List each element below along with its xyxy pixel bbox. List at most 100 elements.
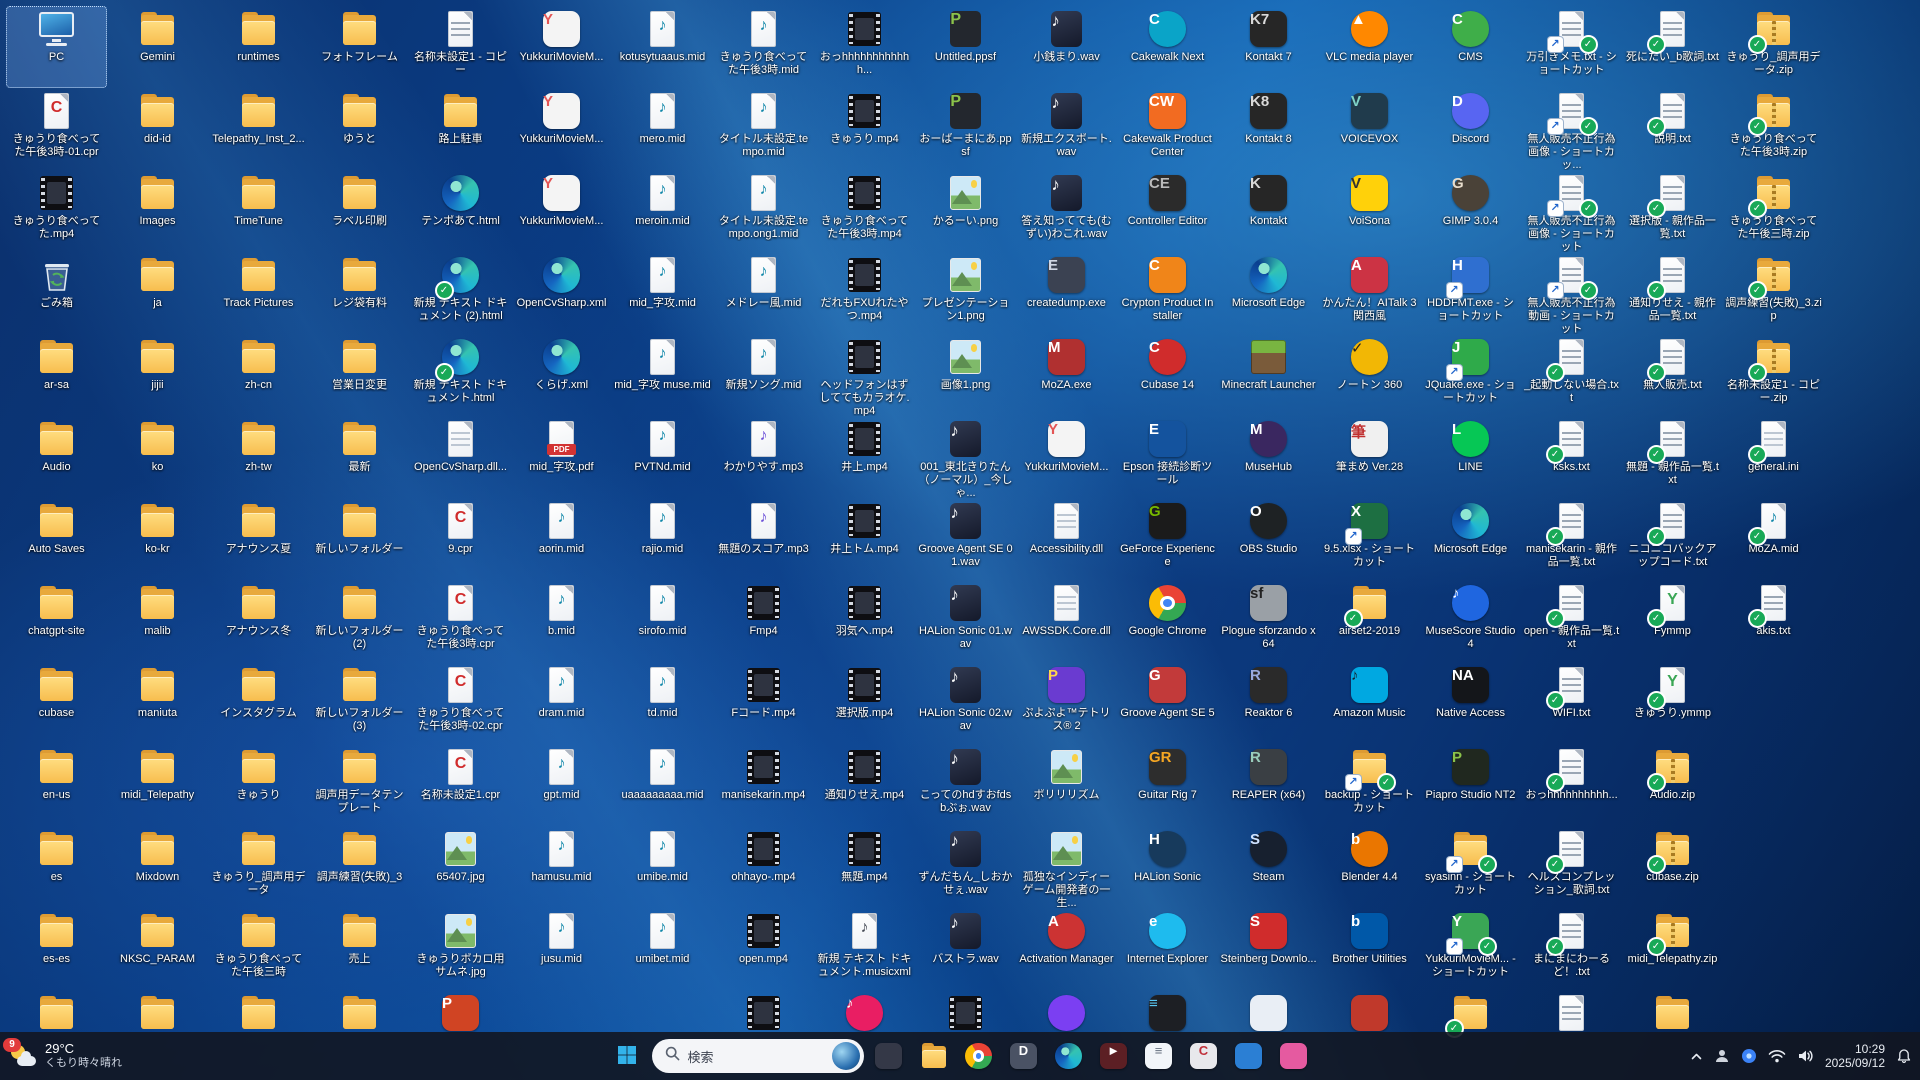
desktop-icon[interactable]: b Blender 4.4	[1319, 826, 1420, 908]
desktop-icon[interactable]: ✓ akis.txt	[1723, 580, 1824, 662]
desktop-icon[interactable]: ✓ 死にたい_b歌詞.txt	[1622, 6, 1723, 88]
desktop-icon[interactable]: zh-cn	[208, 334, 309, 416]
desktop-icon[interactable]: A かんたん！AITalk 3 関西風	[1319, 252, 1420, 334]
desktop-icon[interactable]: ✓ ヘルスコンプレッション_歌詞.txt	[1521, 826, 1622, 908]
desktop-icon[interactable]: きゅうり.mp4	[814, 88, 915, 170]
desktop-icon[interactable]: ✓ general.ini	[1723, 416, 1824, 498]
desktop-icon[interactable]: midi_Telepathy	[107, 744, 208, 826]
taskbar-app-cubase[interactable]: C	[1184, 1036, 1224, 1076]
desktop-icon[interactable]: ✓ きゅうり食べってた午後三時.zip	[1723, 170, 1824, 252]
desktop-icon[interactable]: Microsoft Edge	[1420, 498, 1521, 580]
desktop-icon[interactable]: ♪ sirofo.mid	[612, 580, 713, 662]
desktop-icon[interactable]: ♪ バストラ.wav	[915, 908, 1016, 990]
desktop-icon[interactable]: ♪ タイトル未設定.tempo.mid	[713, 88, 814, 170]
tray-user-icon[interactable]	[1714, 1048, 1730, 1064]
desktop-icon[interactable]: AWSSDK.Core.dll	[1016, 580, 1117, 662]
desktop-icon[interactable]: K8 Kontakt 8	[1218, 88, 1319, 170]
desktop-icon[interactable]: ♪ MuseScore Studio 4	[1420, 580, 1521, 662]
desktop-icon[interactable]: NKSC_PARAM	[107, 908, 208, 990]
taskbar-app-notepad[interactable]: ≡	[1139, 1036, 1179, 1076]
desktop-icon[interactable]: ♪ 答え知ってても(むずい)わこれ.wav	[1016, 170, 1117, 252]
desktop-icon[interactable]: ✓ 新規 テキスト ドキュメント.html	[410, 334, 511, 416]
desktop-icon[interactable]: 無題.mp4	[814, 826, 915, 908]
desktop-icon[interactable]: cubase	[6, 662, 107, 744]
desktop-icon[interactable]: Microsoft Edge	[1218, 252, 1319, 334]
desktop-icon[interactable]: PC	[6, 6, 107, 88]
taskbar-app-google-chrome[interactable]	[959, 1036, 999, 1076]
desktop-icon[interactable]: ✓ まにまにわーるど！.txt	[1521, 908, 1622, 990]
desktop-icon[interactable]: ♪ gpt.mid	[511, 744, 612, 826]
desktop-icon[interactable]: ♪ こってのhdすおfdsbぶぉ.wav	[915, 744, 1016, 826]
desktop-icon[interactable]: 画像1.png	[915, 334, 1016, 416]
desktop-icon[interactable]: 新しいフォルダー	[309, 498, 410, 580]
desktop-icon[interactable]: Y ✓ きゅうり.ymmp	[1622, 662, 1723, 744]
desktop-icon[interactable]: Y YukkuriMovieM...	[511, 170, 612, 252]
desktop-icon[interactable]: ✓ Audio.zip	[1622, 744, 1723, 826]
desktop-icon[interactable]: 営業日変更	[309, 334, 410, 416]
desktop-icon[interactable]: きゅうりボカロ用サムネ.jpg	[410, 908, 511, 990]
desktop-icon[interactable]: 孤独なインディーゲーム開発者の一生...	[1016, 826, 1117, 908]
desktop-icon[interactable]: Y YukkuriMovieM...	[511, 6, 612, 88]
desktop-icon[interactable]: V VOICEVOX	[1319, 88, 1420, 170]
desktop-icon[interactable]: 井上.mp4	[814, 416, 915, 498]
desktop-icon[interactable]: G Groove Agent SE 5	[1117, 662, 1218, 744]
desktop-icon[interactable]: L LINE	[1420, 416, 1521, 498]
desktop-icon[interactable]: ✓ 新規 テキスト ドキュメント (2).html	[410, 252, 511, 334]
desktop-icon[interactable]: ✓ midi_Telepathy.zip	[1622, 908, 1723, 990]
desktop-icon[interactable]: CE Controller Editor	[1117, 170, 1218, 252]
desktop-icon[interactable]: 井上トム.mp4	[814, 498, 915, 580]
desktop-icon[interactable]: ↗ ✓ 無人販売不正行為画像 - ショートカット	[1521, 170, 1622, 252]
desktop-icon[interactable]: くらげ.xml	[511, 334, 612, 416]
desktop-icon[interactable]: ♪ PVTNd.mid	[612, 416, 713, 498]
desktop-icon[interactable]: C きゅうり食べってた午後3時.cpr	[410, 580, 511, 662]
desktop-icon[interactable]: ✓ airset2-2019	[1319, 580, 1420, 662]
tray-chevron-up-icon[interactable]	[1690, 1050, 1703, 1063]
taskbar-app-pinned-app-dark[interactable]	[869, 1036, 909, 1076]
desktop-icon[interactable]: sf Plogue sforzando x64	[1218, 580, 1319, 662]
desktop-icon[interactable]: A Activation Manager	[1016, 908, 1117, 990]
desktop-icon[interactable]: ✓ ニコニコバックアップコード.txt	[1622, 498, 1723, 580]
desktop-icon[interactable]: CW Cakewalk Product Center	[1117, 88, 1218, 170]
search-daily-image[interactable]	[831, 1042, 860, 1070]
desktop-icon[interactable]: ♪ jusu.mid	[511, 908, 612, 990]
desktop-icon[interactable]: Images	[107, 170, 208, 252]
desktop-icon[interactable]: ♪ HALion Sonic 01.wav	[915, 580, 1016, 662]
desktop-icon[interactable]: ゆうと	[309, 88, 410, 170]
desktop-icon[interactable]: ↗ ✓ 万引きメモ.txt - ショートカット	[1521, 6, 1622, 88]
desktop-icon[interactable]: ♪ Amazon Music	[1319, 662, 1420, 744]
desktop-icon[interactable]: chatgpt-site	[6, 580, 107, 662]
desktop-icon[interactable]: C Cubase 14	[1117, 334, 1218, 416]
desktop-icon[interactable]: ✓ cubase.zip	[1622, 826, 1723, 908]
desktop-icon[interactable]: ↗ ✓ syasinn - ショートカット	[1420, 826, 1521, 908]
desktop-icon[interactable]: 最新	[309, 416, 410, 498]
desktop-icon[interactable]: ja	[107, 252, 208, 334]
desktop-icon[interactable]: Ecreatedump.exe	[1016, 252, 1117, 334]
taskbar-app-microsoft-edge[interactable]	[1049, 1036, 1089, 1076]
start-button[interactable]	[607, 1036, 647, 1076]
desktop-icon[interactable]: ✓ 無人販売.txt	[1622, 334, 1723, 416]
desktop-icon[interactable]: Telepathy_Inst_2...	[208, 88, 309, 170]
desktop-icon[interactable]: C CMS	[1420, 6, 1521, 88]
desktop-icon[interactable]: ♪ td.mid	[612, 662, 713, 744]
desktop-icon[interactable]: ヘッドフォンはずしててもカラオケ.mp4	[814, 334, 915, 416]
desktop-icon[interactable]: open.mp4	[713, 908, 814, 990]
desktop-icon[interactable]: ♪ きゅうり食べってた午後3時.mid	[713, 6, 814, 88]
desktop-icon[interactable]: きゅうり食べってた.mp4	[6, 170, 107, 252]
desktop-icon[interactable]: C Cakewalk Next	[1117, 6, 1218, 88]
desktop-icon[interactable]: X ↗ 9.5.xlsx - ショートカット	[1319, 498, 1420, 580]
desktop-icon[interactable]: P Piapro Studio NT2	[1420, 744, 1521, 826]
desktop-icon[interactable]: b Brother Utilities	[1319, 908, 1420, 990]
desktop-icon[interactable]: ♪ mid_字攻 muse.mid	[612, 334, 713, 416]
desktop-icon[interactable]: きゅうり食べってた午後3時.mp4	[814, 170, 915, 252]
desktop-icon[interactable]: おっhhhhhhhhhhhh...	[814, 6, 915, 88]
desktop-icon[interactable]: 売上	[309, 908, 410, 990]
desktop-icon[interactable]: GR Guitar Rig 7	[1117, 744, 1218, 826]
desktop-icon[interactable]: K7 Kontakt 7	[1218, 6, 1319, 88]
desktop-icon[interactable]: ✓ きゅうり_調声用データ.zip	[1723, 6, 1824, 88]
desktop-icon[interactable]: ♪ hamusu.mid	[511, 826, 612, 908]
desktop-icon[interactable]: ✓ きゅうり食べってた午後3時.zip	[1723, 88, 1824, 170]
desktop-icon[interactable]: プレゼンテーション1.png	[915, 252, 1016, 334]
desktop-icon[interactable]: V VoiSona	[1319, 170, 1420, 252]
desktop-icon[interactable]: ↗ ✓ backup - ショートカット	[1319, 744, 1420, 826]
desktop-icon[interactable]: アナウンス夏	[208, 498, 309, 580]
